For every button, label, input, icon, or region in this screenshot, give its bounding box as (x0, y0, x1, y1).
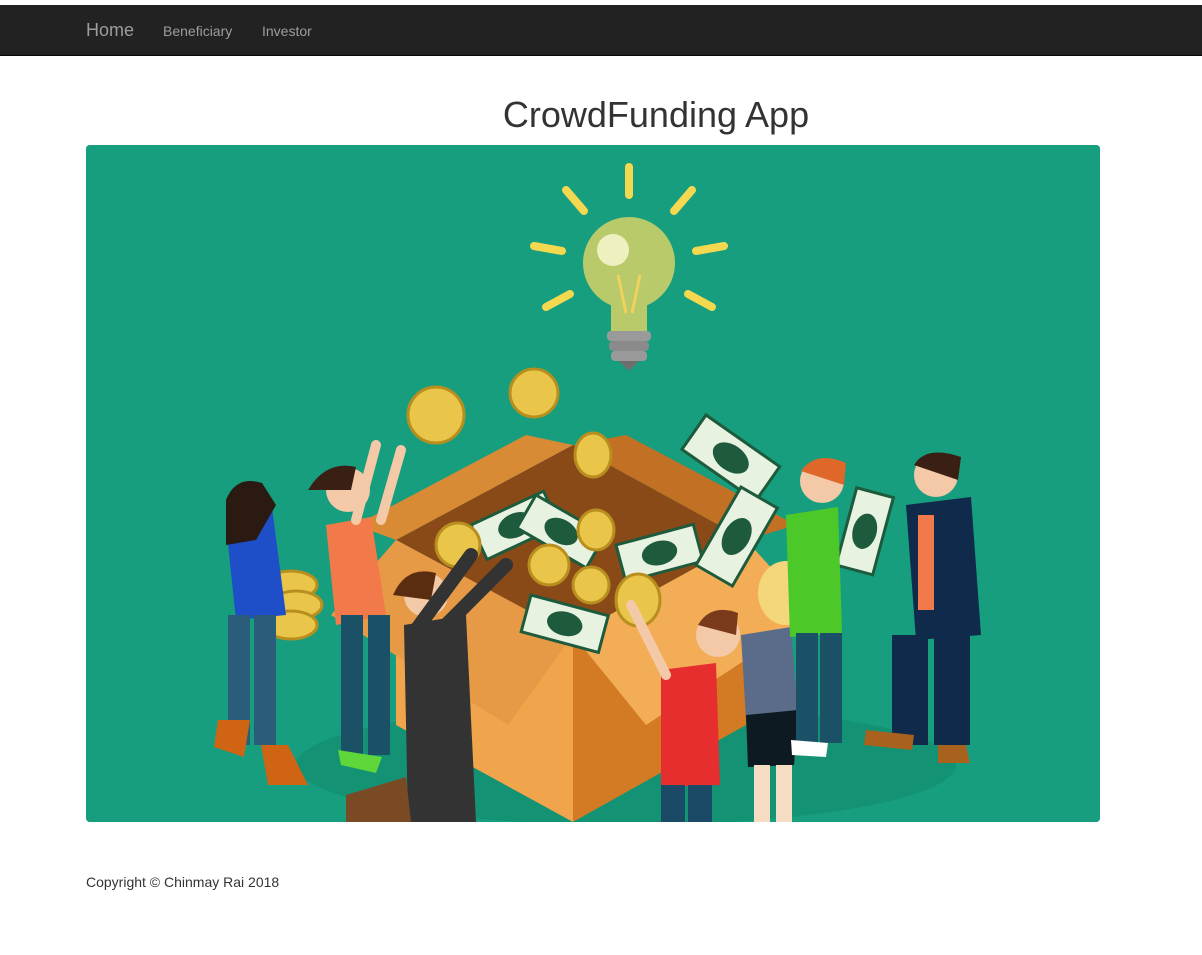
crowdfunding-illustration (86, 145, 1100, 822)
hero-image (86, 145, 1100, 822)
footer-copyright: Copyright © Chinmay Rai 2018 (86, 874, 280, 890)
nav-investor-link[interactable]: Investor (262, 22, 312, 40)
nav-beneficiary-link[interactable]: Beneficiary (163, 22, 232, 40)
page-title: CrowdFunding App (502, 94, 810, 135)
top-navbar: Home Beneficiary Investor (0, 5, 1202, 56)
nav-home-link[interactable]: Home (86, 20, 134, 40)
